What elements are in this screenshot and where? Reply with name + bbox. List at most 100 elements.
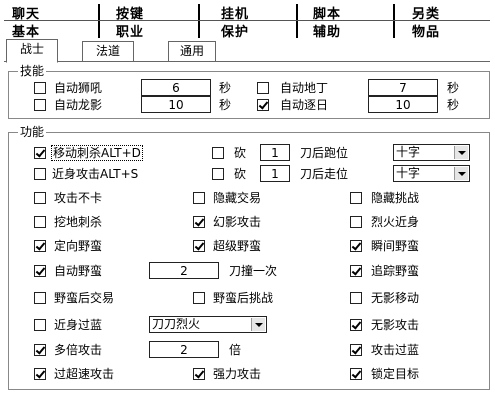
walk-position-value: 十字: [396, 166, 421, 180]
close-attack-label: 近身攻击ALT+S: [52, 167, 139, 181]
auto-charge-suffix: 刀撞一次: [229, 264, 278, 278]
auto-diding-checkbox[interactable]: [257, 82, 269, 94]
auto-roar-unit: 秒: [219, 81, 232, 95]
auto-charge-label: 自动野蛮: [54, 264, 103, 278]
auto-chase-sun-interval-input[interactable]: 10: [368, 96, 438, 113]
subtab-mage-taoist[interactable]: 法道: [82, 41, 134, 61]
walk-position-select[interactable]: 十字: [393, 165, 470, 182]
auto-diding-label: 自动地丁: [280, 81, 329, 95]
close-mana-checkbox[interactable]: [34, 319, 46, 331]
close-mana-label: 近身过蓝: [54, 318, 103, 332]
tab-protect[interactable]: 保护: [221, 21, 249, 40]
cut-run-label: 砍: [234, 146, 247, 160]
close-mana-skill-select[interactable]: 刀刀烈火: [149, 316, 267, 333]
auto-dragon-shadow-checkbox[interactable]: [34, 99, 46, 111]
charge-then-trade-checkbox[interactable]: [34, 292, 46, 304]
subtab-general[interactable]: 通用: [168, 41, 216, 61]
hide-challenge-label: 隐藏挑战: [371, 191, 420, 205]
hide-trade-checkbox[interactable]: [193, 192, 205, 204]
functions-group-title: 功能: [18, 125, 47, 139]
charge-then-trade-label: 野蛮后交易: [54, 291, 115, 305]
attack-mana-checkbox[interactable]: [350, 344, 362, 356]
chevron-down-icon: [454, 167, 468, 180]
charge-then-challenge-checkbox[interactable]: [193, 292, 205, 304]
auto-roar-interval-input[interactable]: 6: [141, 79, 211, 96]
cut-walk-checkbox[interactable]: [212, 168, 224, 180]
instant-charge-checkbox[interactable]: [350, 240, 362, 252]
shadowless-attack-checkbox[interactable]: [350, 319, 362, 331]
instant-charge-label: 瞬间野蛮: [371, 239, 420, 253]
lock-target-checkbox[interactable]: [350, 368, 362, 380]
skills-group-title: 技能: [18, 64, 47, 78]
auto-diding-unit: 秒: [447, 81, 460, 95]
lock-target-label: 锁定目标: [371, 367, 420, 381]
attack-no-lag-label: 攻击不卡: [54, 191, 103, 205]
move-stab-checkbox[interactable]: [34, 147, 46, 159]
multi-attack-checkbox[interactable]: [34, 344, 46, 356]
multi-attack-label: 多倍攻击: [54, 343, 103, 357]
hide-trade-label: 隐藏交易: [213, 191, 262, 205]
cut-run-count-input[interactable]: 1: [260, 144, 290, 161]
attack-no-lag-checkbox[interactable]: [34, 192, 46, 204]
cut-walk-suffix: 刀后走位: [300, 167, 349, 181]
move-stab-label: 移动刺杀ALT+D: [51, 145, 143, 161]
tab-job[interactable]: 职业: [116, 21, 144, 40]
auto-roar-label: 自动狮吼: [54, 81, 103, 95]
auto-diding-interval-input[interactable]: 7: [368, 79, 438, 96]
dig-stab-checkbox[interactable]: [34, 216, 46, 228]
tab-basic[interactable]: 基本: [12, 21, 40, 40]
shadowless-attack-label: 无影攻击: [371, 318, 420, 332]
close-mana-skill-value: 刀刀烈火: [152, 317, 201, 331]
subtab-general-label: 通用: [179, 44, 204, 58]
cut-run-checkbox[interactable]: [212, 147, 224, 159]
tab-divider: [198, 4, 200, 38]
run-position-select[interactable]: 十字: [393, 144, 470, 161]
multi-attack-suffix: 倍: [229, 343, 242, 357]
phantom-attack-label: 幻影攻击: [213, 215, 262, 229]
auto-roar-checkbox[interactable]: [34, 82, 46, 94]
shadowless-move-checkbox[interactable]: [350, 292, 362, 304]
subtab-baseline: [4, 61, 490, 62]
auto-chase-sun-label: 自动逐日: [280, 98, 329, 112]
hide-challenge-checkbox[interactable]: [350, 192, 362, 204]
tab-row-divider: [4, 20, 490, 21]
speed-attack-label: 过超速攻击: [54, 367, 115, 381]
tracking-charge-checkbox[interactable]: [350, 265, 362, 277]
attack-mana-label: 攻击过蓝: [371, 343, 420, 357]
subtab-warrior-label: 战士: [19, 42, 44, 56]
cut-run-suffix: 刀后跑位: [300, 146, 349, 160]
auto-charge-checkbox[interactable]: [34, 265, 46, 277]
cut-walk-count-input[interactable]: 1: [260, 165, 290, 182]
auto-charge-count-input[interactable]: 2: [149, 262, 219, 279]
chevron-down-icon: [454, 146, 468, 159]
tab-divider: [393, 4, 395, 38]
tab-assist[interactable]: 辅助: [313, 21, 341, 40]
phantom-attack-checkbox[interactable]: [193, 216, 205, 228]
multi-attack-multiplier-input[interactable]: 2: [149, 341, 219, 358]
auto-dragon-shadow-label: 自动龙影: [54, 98, 103, 112]
tracking-charge-label: 追踪野蛮: [371, 264, 420, 278]
close-attack-checkbox[interactable]: [34, 168, 46, 180]
subtab-warrior[interactable]: 战士: [6, 39, 58, 63]
tab-divider: [296, 4, 298, 38]
tab-items[interactable]: 物品: [412, 21, 440, 40]
fire-close-checkbox[interactable]: [350, 216, 362, 228]
auto-dragon-shadow-interval-input[interactable]: 10: [141, 96, 211, 113]
speed-attack-checkbox[interactable]: [34, 368, 46, 380]
chevron-down-icon: [251, 318, 265, 331]
auto-chase-sun-checkbox[interactable]: [257, 99, 269, 111]
power-attack-checkbox[interactable]: [193, 368, 205, 380]
subtab-mage-label: 法道: [95, 44, 120, 58]
shadowless-move-label: 无影移动: [371, 291, 420, 305]
super-charge-label: 超级野蛮: [213, 239, 262, 253]
directional-charge-label: 定向野蛮: [54, 239, 103, 253]
charge-then-challenge-label: 野蛮后挑战: [213, 291, 274, 305]
super-charge-checkbox[interactable]: [193, 240, 205, 252]
cut-walk-label: 砍: [234, 167, 247, 181]
directional-charge-checkbox[interactable]: [34, 240, 46, 252]
auto-dragon-shadow-unit: 秒: [219, 98, 232, 112]
dig-stab-label: 挖地刺杀: [54, 215, 103, 229]
fire-close-label: 烈火近身: [371, 215, 420, 229]
power-attack-label: 强力攻击: [213, 367, 262, 381]
run-position-value: 十字: [396, 145, 421, 159]
